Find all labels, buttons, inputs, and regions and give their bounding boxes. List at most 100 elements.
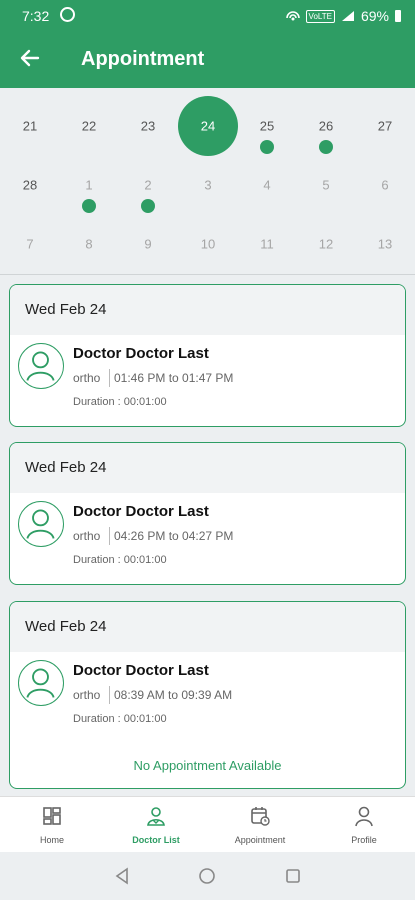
calendar-day-number: 23 <box>140 118 156 134</box>
calendar-day-number: 10 <box>200 236 216 252</box>
specialty: ortho <box>73 529 101 543</box>
calendar-day-8[interactable]: 8 <box>59 213 119 273</box>
calendar: 21 22 23 24 25 26 27 28 1 2 3 4 5 6 7 8 9 10 11 12 13 <box>0 88 415 274</box>
calendar-day-21[interactable]: 21 <box>0 95 60 155</box>
calendar-day-5[interactable]: 5 <box>296 154 356 214</box>
appointment-time: 04:26 PM to 04:27 PM <box>114 529 234 543</box>
calendar-day-number: 27 <box>377 118 393 134</box>
appointment-card[interactable]: Wed Feb 24 Doctor Doctor Last ortho 04:26 P… <box>9 442 406 585</box>
specialty: ortho <box>73 688 101 702</box>
system-nav-bar <box>0 852 415 900</box>
appointment-dot <box>82 199 96 213</box>
calendar-day-number: 22 <box>81 118 97 134</box>
appointment-body: Doctor Doctor Last ortho 08:39 AM to 09:39… <box>10 652 405 742</box>
signal-icon <box>341 11 354 21</box>
person-avatar-icon <box>26 509 55 539</box>
calendar-day-number: 12 <box>318 236 334 252</box>
back-triangle-icon[interactable] <box>112 866 132 886</box>
calendar-day-number: 26 <box>318 118 334 134</box>
calendar-day-number: 2 <box>144 177 152 193</box>
calendar-day-11[interactable]: 11 <box>237 213 297 273</box>
no-appointment-text: No Appointment Available <box>133 758 282 773</box>
nav-doctor-list[interactable]: Doctor List <box>104 797 208 853</box>
calendar-day-number: 21 <box>22 118 38 134</box>
calendar-day-22[interactable]: 22 <box>59 95 119 155</box>
appointment-body: Doctor Doctor Last ortho 01:46 PM to 01:47… <box>10 335 405 425</box>
avatar <box>18 660 64 706</box>
calendar-day-4[interactable]: 4 <box>237 154 297 214</box>
person-icon <box>355 806 373 827</box>
separator <box>109 369 110 387</box>
calendar-day-12[interactable]: 12 <box>296 213 356 273</box>
calendar-day-27[interactable]: 27 <box>355 95 415 155</box>
person-avatar-icon <box>26 668 55 698</box>
appointment-date: Wed Feb 24 <box>10 602 405 652</box>
appointment-duration: Duration : 00:01:00 <box>73 554 167 566</box>
calendar-day-25[interactable]: 25 <box>237 95 297 155</box>
status-bar: 7:32 VoLTE 69% <box>0 0 415 32</box>
avatar <box>18 343 64 389</box>
bottom-nav: Home Doctor List Appointment Profile <box>0 796 415 853</box>
avatar <box>18 501 64 547</box>
calendar-day-number: 7 <box>26 236 34 252</box>
calendar-day-3[interactable]: 3 <box>178 154 238 214</box>
calendar-day-number: 9 <box>144 236 152 252</box>
appointment-date: Wed Feb 24 <box>10 285 405 335</box>
doctor-name: Doctor Doctor Last <box>73 503 209 520</box>
home-circle-icon[interactable] <box>197 866 217 886</box>
separator <box>109 527 110 545</box>
doctor-icon <box>147 807 165 826</box>
appointment-dot <box>141 199 155 213</box>
dashboard-icon <box>43 807 61 825</box>
calendar-day-13[interactable]: 13 <box>355 213 415 273</box>
calendar-day-26[interactable]: 26 <box>296 95 356 155</box>
appointment-dot <box>319 140 333 154</box>
calendar-day-6[interactable]: 6 <box>355 154 415 214</box>
appointment-date: Wed Feb 24 <box>10 443 405 493</box>
appointment-dot <box>260 140 274 154</box>
calendar-day-7[interactable]: 7 <box>0 213 60 273</box>
calendar-day-28[interactable]: 28 <box>0 154 60 214</box>
nav-label: Appointment <box>234 835 286 845</box>
page-title: Appointment <box>81 48 205 70</box>
calendar-day-24[interactable]: 24 <box>178 95 238 156</box>
calendar-day-2[interactable]: 2 <box>118 154 178 214</box>
app-bar: Appointment <box>0 32 415 88</box>
person-avatar-icon <box>26 351 55 381</box>
calendar-day-number: 5 <box>322 177 330 193</box>
calendar-day-23[interactable]: 23 <box>118 95 178 155</box>
calendar-day-number: 13 <box>377 236 393 252</box>
recents-square-icon[interactable] <box>283 866 303 886</box>
nav-home[interactable]: Home <box>0 797 104 853</box>
calendar-day-number: 24 <box>200 118 216 134</box>
nav-label: Profile <box>351 835 377 845</box>
calendar-day-number: 6 <box>381 177 389 193</box>
calendar-day-number: 3 <box>204 177 212 193</box>
nav-appointment[interactable]: Appointment <box>208 797 312 853</box>
calendar-day-number: 28 <box>22 177 38 193</box>
calendar-day-number: 11 <box>260 236 274 252</box>
appointment-time: 01:46 PM to 01:47 PM <box>114 371 234 385</box>
calendar-day-1[interactable]: 1 <box>59 154 119 214</box>
status-time: 7:32 <box>22 8 50 24</box>
hotspot-icon <box>285 11 300 21</box>
appointment-body: Doctor Doctor Last ortho 04:26 PM to 04:27… <box>10 493 405 583</box>
battery-percent: 69% <box>360 8 389 24</box>
appointment-duration: Duration : 00:01:00 <box>73 396 167 408</box>
nav-label: Home <box>39 835 64 845</box>
calendar-clock-icon <box>251 807 270 826</box>
nav-label: Doctor List <box>132 835 180 845</box>
volte-badge: VoLTE <box>305 9 335 23</box>
appointment-card[interactable]: Wed Feb 24 Doctor Doctor Last ortho 01:46 P… <box>9 284 406 427</box>
nav-profile[interactable]: Profile <box>312 797 415 853</box>
calendar-day-9[interactable]: 9 <box>118 213 178 273</box>
whatsapp-icon <box>60 7 75 22</box>
divider <box>0 274 415 275</box>
separator <box>109 686 110 704</box>
appointment-time: 08:39 AM to 09:39 AM <box>114 688 233 702</box>
calendar-day-number: 1 <box>85 177 93 193</box>
arrow-left-icon[interactable] <box>16 44 44 72</box>
calendar-day-10[interactable]: 10 <box>178 213 238 273</box>
doctor-name: Doctor Doctor Last <box>73 662 209 679</box>
calendar-day-number: 8 <box>85 236 93 252</box>
